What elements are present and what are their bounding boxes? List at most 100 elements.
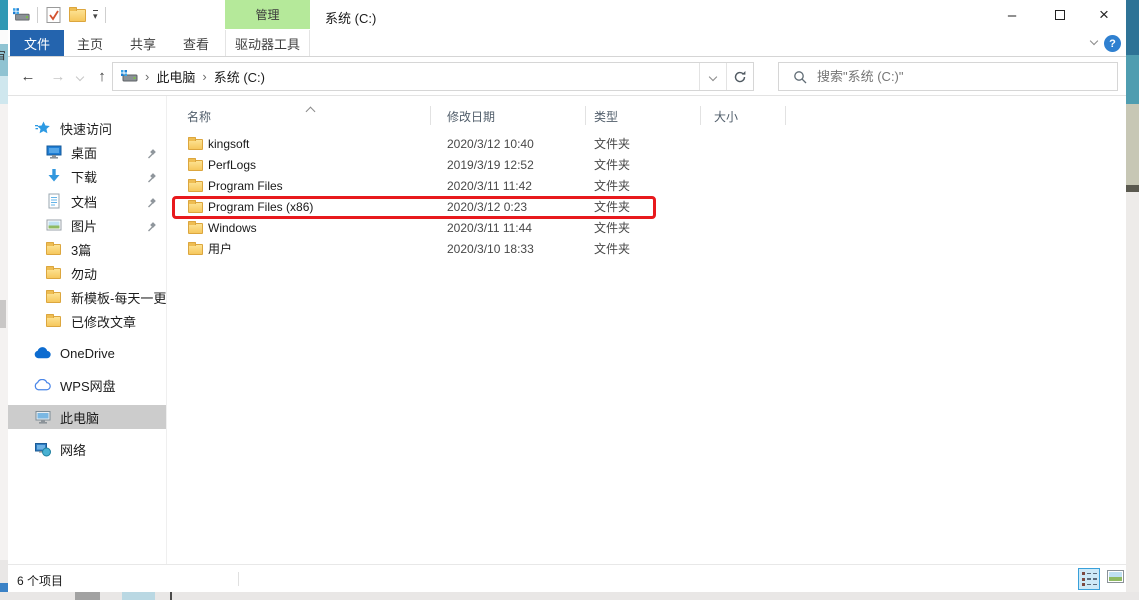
ribbon-collapse-chevron-icon[interactable] <box>1090 37 1098 45</box>
folder-icon <box>188 181 203 192</box>
up-button[interactable]: ↑ <box>90 57 114 96</box>
qat-separator <box>105 7 106 23</box>
folder-icon <box>45 265 62 281</box>
sidebar-item-folder[interactable]: 新模板-每天一更新. <box>8 285 166 309</box>
file-name: Program Files <box>208 176 283 197</box>
sidebar-item-label: OneDrive <box>60 346 115 361</box>
table-row[interactable]: Program Files 2020/3/11 11:42 文件夹 <box>166 176 806 197</box>
file-modified: 2020/3/10 18:33 <box>447 239 534 260</box>
refresh-button[interactable] <box>726 63 753 90</box>
search-icon <box>791 69 808 85</box>
table-row[interactable]: Windows 2020/3/11 11:44 文件夹 <box>166 218 806 239</box>
status-bar: 6 个项目 <box>8 564 1126 592</box>
folder-icon <box>188 160 203 171</box>
explorer-window: ▾ 管理 系统 (C:) – × 文件 主页 共享 查看 驱动器工具 ? ← →… <box>8 0 1126 592</box>
pin-icon <box>147 196 157 211</box>
column-header-row: 名称 修改日期 类型 大小 <box>166 104 1126 126</box>
table-row[interactable]: PerfLogs 2019/3/19 12:52 文件夹 <box>166 155 806 176</box>
forward-button[interactable]: → <box>46 57 70 96</box>
thumbnail-view-button[interactable] <box>1104 568 1126 590</box>
breadcrumb-current-drive[interactable]: 系统 (C:) <box>214 67 265 86</box>
breadcrumb-separator-icon: › <box>195 69 213 84</box>
item-count: 6 个项目 <box>17 572 63 589</box>
column-resize-handle[interactable] <box>430 106 431 125</box>
folder-icon <box>45 313 62 329</box>
column-resize-handle[interactable] <box>785 106 786 125</box>
sidebar-item-folder[interactable]: 3篇 <box>8 237 166 261</box>
desktop-bottom-sliver <box>0 592 1139 600</box>
contextual-tab-group-manage[interactable]: 管理 <box>225 0 310 29</box>
status-separator <box>238 572 239 586</box>
sidebar-item-onedrive[interactable]: OneDrive <box>8 341 166 365</box>
tab-drive-tools[interactable]: 驱动器工具 <box>225 30 310 56</box>
sidebar-item-desktop[interactable]: 桌面 <box>8 140 166 164</box>
qat-customize-dropdown-icon[interactable]: ▾ <box>93 10 98 21</box>
wps-cloud-icon <box>34 377 51 393</box>
sidebar-item-pictures[interactable]: 图片 <box>8 213 166 237</box>
sidebar-item-documents[interactable]: 文档 <box>8 189 166 213</box>
column-header-name[interactable]: 名称 <box>187 108 211 125</box>
file-modified: 2020/3/11 11:42 <box>447 176 532 197</box>
sidebar-item-label: 快速访问 <box>60 119 112 138</box>
close-button[interactable]: × <box>1086 0 1122 30</box>
column-resize-handle[interactable] <box>700 106 701 125</box>
address-dropdown-icon[interactable] <box>699 63 726 90</box>
tab-share[interactable]: 共享 <box>119 30 167 56</box>
address-bar[interactable]: › 此电脑 › 系统 (C:) <box>112 62 754 91</box>
red-highlight-box <box>172 196 656 219</box>
details-view-icon <box>1082 572 1097 586</box>
file-modified: 2020/3/11 11:44 <box>447 218 532 239</box>
tab-file[interactable]: 文件 <box>10 30 64 56</box>
breadcrumb-this-pc[interactable]: 此电脑 <box>156 67 195 86</box>
sidebar-item-network[interactable]: 网络 <box>8 437 166 461</box>
sidebar-item-folder[interactable]: 已修改文章 <box>8 309 166 333</box>
sidebar-item-label: 图片 <box>71 216 97 235</box>
file-name: PerfLogs <box>208 155 256 176</box>
pin-icon <box>147 220 157 235</box>
file-modified: 2019/3/19 12:52 <box>447 155 534 176</box>
folder-icon <box>188 139 203 150</box>
file-name: kingsoft <box>208 134 249 155</box>
sidebar-item-label: 网络 <box>60 440 86 459</box>
pin-icon <box>147 171 157 186</box>
properties-check-icon[interactable] <box>45 7 62 23</box>
tab-home[interactable]: 主页 <box>66 30 114 56</box>
thumbnail-view-icon <box>1107 570 1124 588</box>
sidebar-item-wps-cloud[interactable]: WPS网盘 <box>8 373 166 397</box>
sidebar-item-label: WPS网盘 <box>60 376 116 395</box>
this-pc-icon <box>34 409 51 425</box>
sidebar-item-folder[interactable]: 勿动 <box>8 261 166 285</box>
file-type: 文件夹 <box>594 134 630 155</box>
back-button[interactable]: ← <box>16 57 40 96</box>
help-button[interactable]: ? <box>1104 35 1121 52</box>
sidebar-item-label: 文档 <box>71 192 97 211</box>
column-resize-handle[interactable] <box>585 106 586 125</box>
minimize-button[interactable]: – <box>994 0 1030 30</box>
maximize-icon <box>1055 10 1065 20</box>
search-input[interactable] <box>817 69 1117 84</box>
sidebar-item-label: 已修改文章 <box>71 312 136 331</box>
tab-view[interactable]: 查看 <box>172 30 220 56</box>
sidebar-item-downloads[interactable]: 下载 <box>8 164 166 188</box>
column-header-size[interactable]: 大小 <box>714 108 738 125</box>
table-row[interactable]: 用户 2020/3/10 18:33 文件夹 <box>166 239 806 260</box>
new-folder-icon[interactable] <box>69 7 86 23</box>
sidebar-item-this-pc[interactable]: 此电脑 <box>8 405 166 429</box>
folder-icon <box>45 241 62 257</box>
title-bar: ▾ 管理 系统 (C:) – × <box>8 0 1126 30</box>
sidebar-item-quick-access[interactable]: 快速访问 <box>8 116 166 140</box>
sidebar-item-label: 桌面 <box>71 143 97 162</box>
network-icon <box>34 441 51 457</box>
history-dropdown-icon[interactable] <box>72 57 88 96</box>
table-row[interactable]: kingsoft 2020/3/12 10:40 文件夹 <box>166 134 806 155</box>
folder-icon <box>188 223 203 234</box>
column-header-modified[interactable]: 修改日期 <box>447 108 495 125</box>
details-view-button[interactable] <box>1078 568 1100 590</box>
column-header-type[interactable]: 类型 <box>594 108 618 125</box>
folder-icon <box>45 289 62 305</box>
file-name: 用户 <box>208 239 232 260</box>
file-type: 文件夹 <box>594 155 630 176</box>
maximize-button[interactable] <box>1042 0 1078 30</box>
breadcrumb-separator-icon: › <box>138 69 156 84</box>
search-bar[interactable] <box>778 62 1118 91</box>
